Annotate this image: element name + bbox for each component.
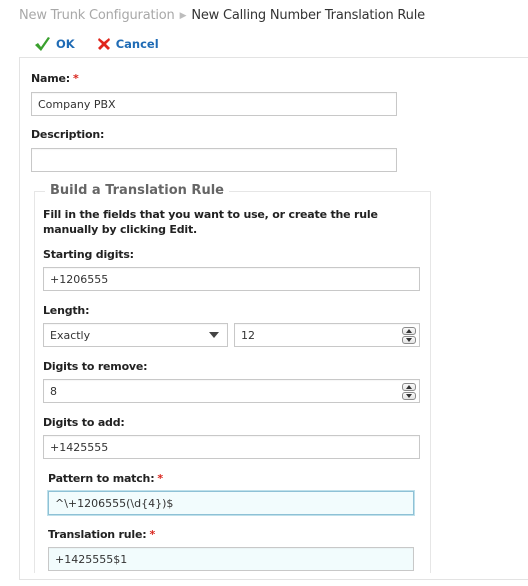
length-spinner <box>402 327 416 344</box>
build-rule-group: Build a Translation Rule Fill in the fie… <box>34 183 431 573</box>
chevron-down-icon <box>209 332 219 338</box>
arrow-up-icon <box>406 329 412 333</box>
pattern-to-match-label: Pattern to match: * <box>48 472 163 485</box>
starting-digits-label: Starting digits: <box>43 248 134 261</box>
required-marker: * <box>149 528 156 541</box>
breadcrumb-parent-link[interactable]: New Trunk Configuration <box>19 8 175 23</box>
instructions-text: Fill in the fields that you want to use,… <box>43 208 378 236</box>
digits-to-add-input[interactable]: +1425555 <box>43 435 420 459</box>
cancel-label: Cancel <box>115 37 159 51</box>
spin-down-button[interactable] <box>402 336 416 344</box>
triangle-right-icon: ▶ <box>179 11 187 21</box>
build-rule-legend: Build a Translation Rule <box>45 183 229 198</box>
x-icon <box>97 37 111 51</box>
length-mode-select[interactable]: Exactly <box>43 323 228 347</box>
spin-down-button[interactable] <box>402 392 416 400</box>
toolbar: OK Cancel <box>34 35 181 53</box>
cancel-button[interactable]: Cancel <box>97 37 159 51</box>
description-input[interactable] <box>31 148 397 172</box>
translation-rule-label: Translation rule: * <box>48 528 156 541</box>
arrow-down-icon <box>406 394 412 398</box>
length-value: 12 <box>241 328 255 342</box>
required-marker: * <box>157 472 163 485</box>
digits-to-remove-value: 8 <box>50 384 57 398</box>
length-mode-value: Exactly <box>50 328 91 342</box>
form-panel: Name: * Company PBX Description: Build a … <box>19 57 528 580</box>
arrow-up-icon <box>406 385 412 389</box>
length-value-input[interactable]: 12 <box>234 323 420 347</box>
breadcrumb: New Trunk Configuration ▶ New Calling Numb… <box>19 8 425 23</box>
arrow-down-icon <box>406 338 412 342</box>
digits-to-remove-spinner <box>402 383 416 400</box>
starting-digits-input[interactable]: +1206555 <box>43 267 420 291</box>
required-marker: * <box>72 72 79 85</box>
spin-up-button[interactable] <box>402 383 416 391</box>
ok-label: OK <box>56 37 75 51</box>
checkmark-icon <box>34 36 51 52</box>
spin-up-button[interactable] <box>402 327 416 335</box>
name-label: Name: * <box>31 72 79 85</box>
name-input[interactable]: Company PBX <box>31 92 397 116</box>
length-label: Length: <box>43 304 90 317</box>
digits-to-add-label: Digits to add: <box>43 416 125 429</box>
digits-to-remove-label: Digits to remove: <box>43 360 148 373</box>
digits-to-remove-input[interactable]: 8 <box>43 379 420 403</box>
page-title: New Calling Number Translation Rule <box>191 8 425 23</box>
translation-rule-input[interactable]: +1425555$1 <box>48 547 414 571</box>
pattern-to-match-input[interactable]: ^\+1206555(\d{4})$ <box>48 491 414 515</box>
description-label: Description: <box>31 128 105 141</box>
ok-button[interactable]: OK <box>34 36 75 52</box>
